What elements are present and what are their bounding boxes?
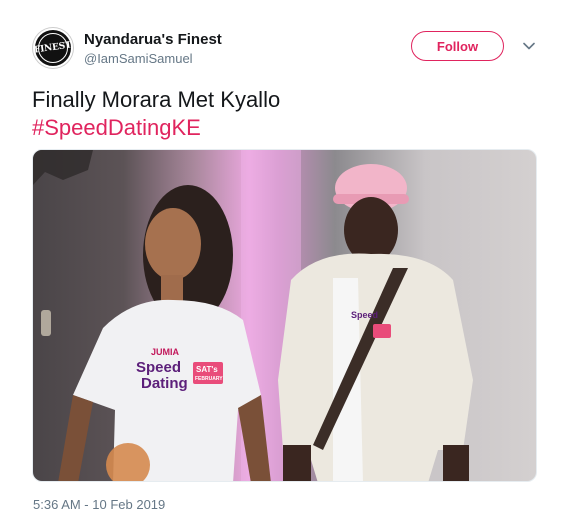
shirt-line1-text: Speed <box>136 359 181 376</box>
svg-text:Speed: Speed <box>351 310 378 320</box>
photo-illustration: JUMIA Speed Dating SAT's FEBRUARY Speed <box>33 150 473 481</box>
shirt-line2-text: Dating <box>141 375 188 392</box>
avatar[interactable]: FINEST <box>33 28 73 68</box>
tweet-timestamp[interactable]: 5:36 AM - 10 Feb 2019 <box>33 497 165 512</box>
woman-figure: JUMIA Speed Dating SAT's FEBRUARY <box>58 185 271 481</box>
tweet-text: Finally Morara Met Kyallo #SpeedDatingKE <box>32 86 542 142</box>
tweet-text-line: Finally Morara Met Kyallo <box>32 87 281 112</box>
chevron-down-glyph <box>523 42 535 50</box>
shirt-brand-text: JUMIA <box>151 347 180 357</box>
hashtag-link[interactable]: #SpeedDatingKE <box>32 114 542 142</box>
display-name[interactable]: Nyandarua's Finest <box>84 31 222 48</box>
man-figure: Speed <box>278 164 473 481</box>
follow-button[interactable]: Follow <box>411 31 504 61</box>
chevron-down-icon[interactable] <box>521 38 537 54</box>
tweet-photo[interactable]: JUMIA Speed Dating SAT's FEBRUARY Speed <box>32 149 537 482</box>
shirt-badge-text: SAT's <box>196 365 218 374</box>
user-handle[interactable]: @IamSamiSamuel <box>84 51 193 66</box>
shirt-badge-sub-text: FEBRUARY <box>195 376 223 382</box>
tweet-card: FINEST Nyandarua's Finest @IamSamiSamuel… <box>0 0 571 513</box>
